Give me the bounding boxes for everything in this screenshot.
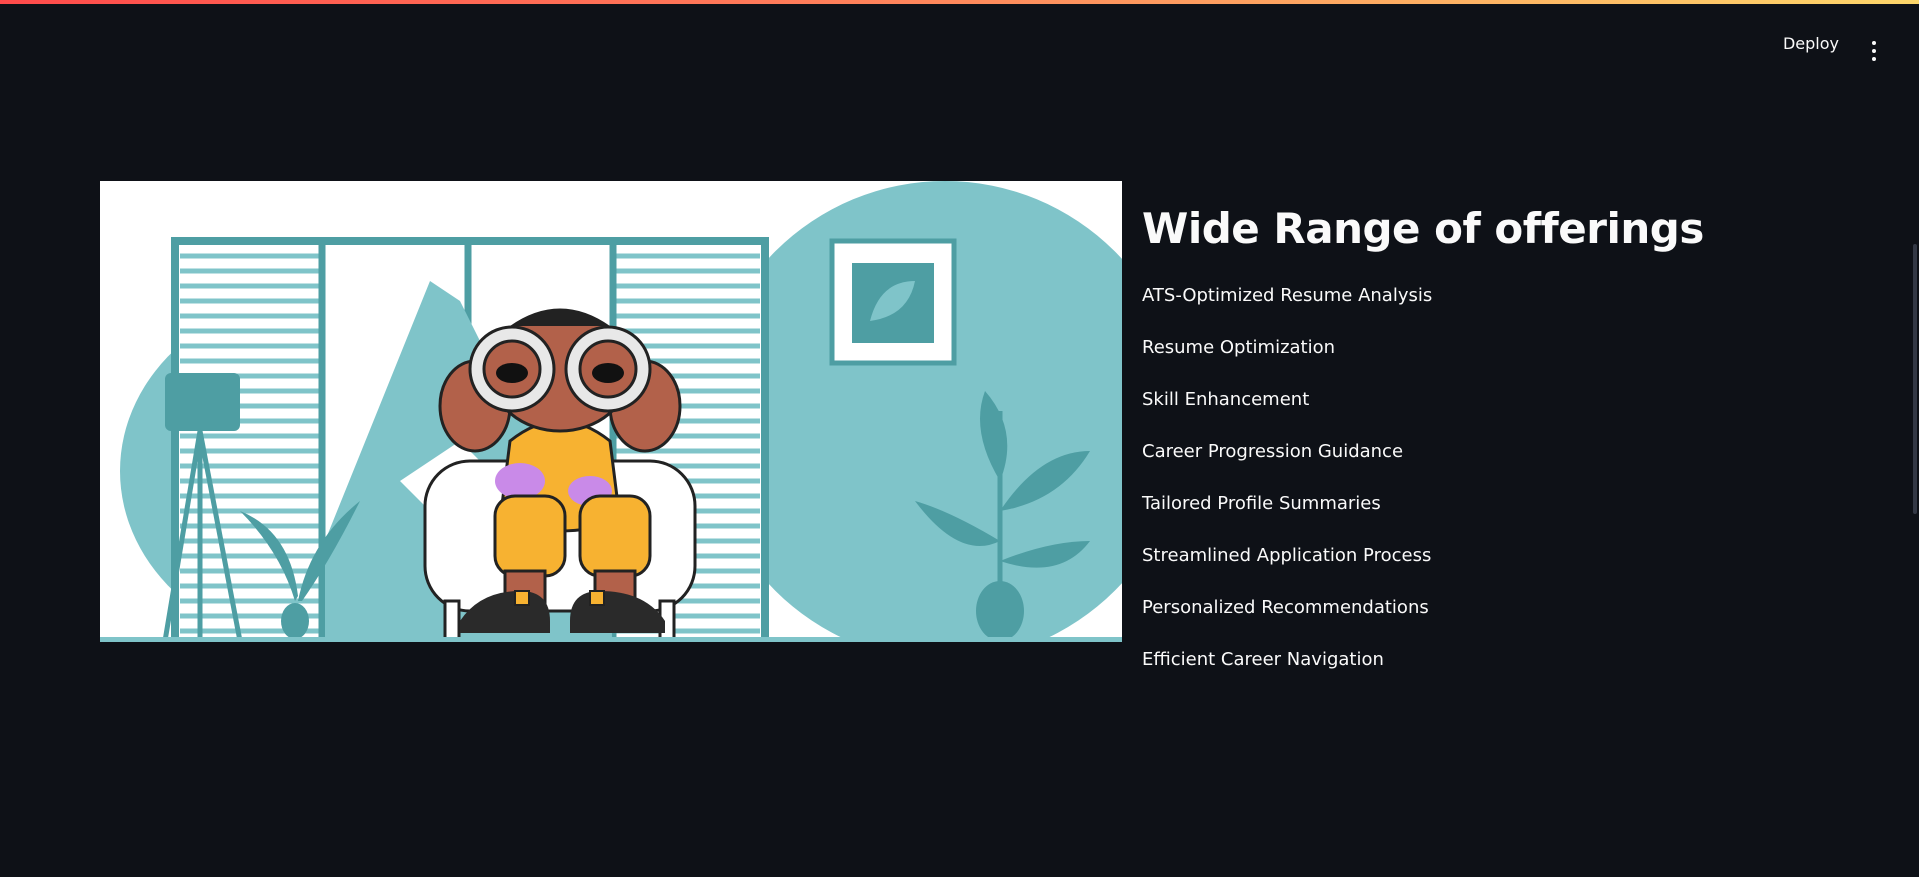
offering-item: Career Progression Guidance: [1142, 441, 1404, 462]
deploy-button[interactable]: Deploy: [1783, 34, 1839, 53]
offering-item: Streamlined Application Process: [1142, 545, 1432, 566]
offerings-list: ATS-Optimized Resume Analysis Resume Opt…: [1142, 270, 1842, 686]
offering-item: Resume Optimization: [1142, 337, 1336, 358]
more-vertical-icon[interactable]: [1869, 41, 1879, 61]
offering-item: Skill Enhancement: [1142, 389, 1310, 410]
offering-item: Tailored Profile Summaries: [1142, 493, 1381, 514]
app-header: Deploy: [0, 4, 1919, 61]
hero-illustration: [100, 181, 1122, 642]
offering-item: Personalized Recommendations: [1142, 597, 1429, 618]
page-title: Wide Range of offerings: [1142, 204, 1704, 253]
offering-item: ATS-Optimized Resume Analysis: [1142, 285, 1433, 306]
vertical-scrollbar[interactable]: [1913, 244, 1917, 514]
offering-item: Efficient Career Navigation: [1142, 649, 1384, 670]
offerings-section: Wide Range of offerings ATS-Optimized Re…: [1142, 200, 1842, 686]
